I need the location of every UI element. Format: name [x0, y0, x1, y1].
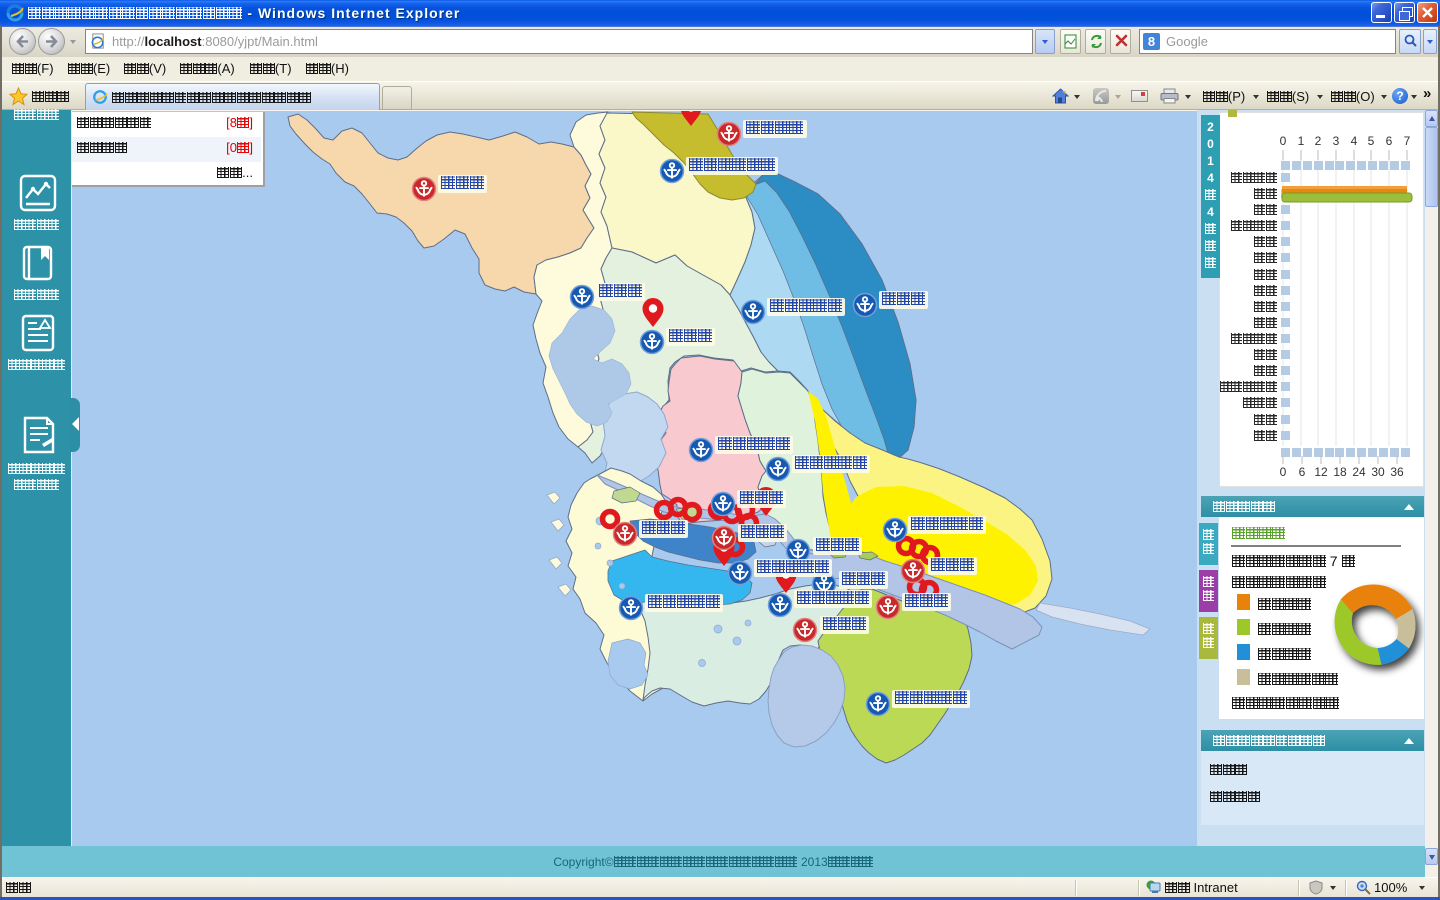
svg-text:6: 6 [1299, 465, 1306, 479]
svg-text:7: 7 [1404, 134, 1411, 148]
svg-text:0: 0 [1280, 134, 1287, 148]
svg-text:5: 5 [1368, 134, 1375, 148]
svg-text:12: 12 [1314, 465, 1328, 479]
svg-text:4: 4 [1351, 134, 1358, 148]
svg-text:1: 1 [1298, 134, 1305, 148]
svg-text:24: 24 [1352, 465, 1366, 479]
svg-text:18: 18 [1333, 465, 1347, 479]
svg-text:0: 0 [1280, 465, 1287, 479]
svg-text:36: 36 [1390, 465, 1404, 479]
svg-text:3: 3 [1333, 134, 1340, 148]
svg-text:2: 2 [1315, 134, 1322, 148]
svg-text:6: 6 [1386, 134, 1393, 148]
svg-text:30: 30 [1371, 465, 1385, 479]
